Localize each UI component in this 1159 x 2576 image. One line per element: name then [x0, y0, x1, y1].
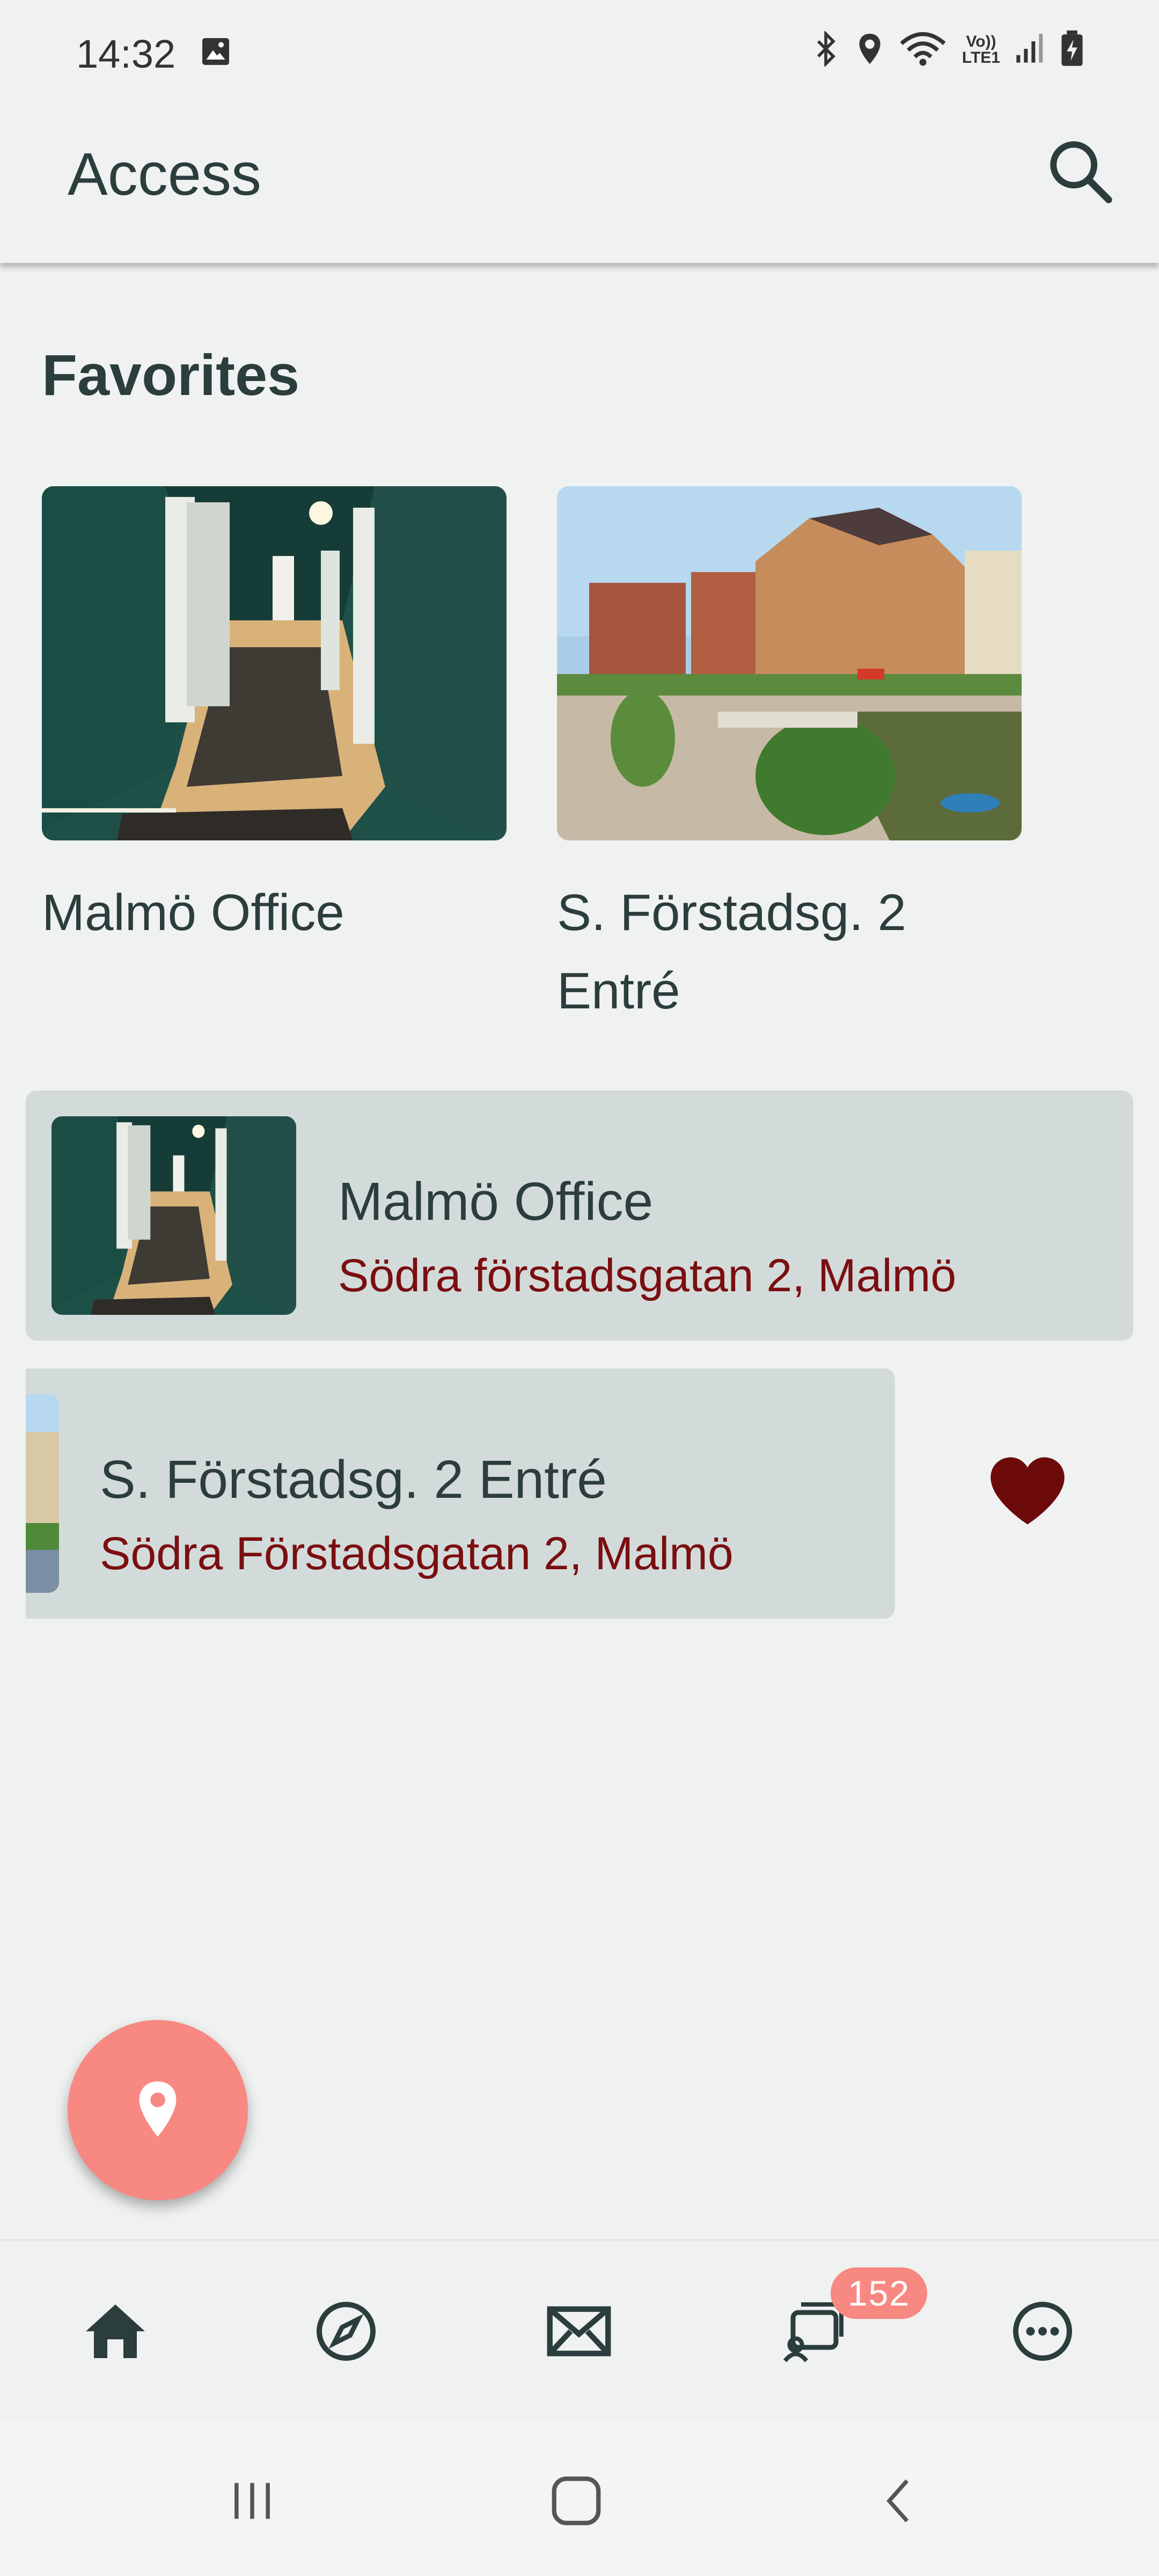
app-bar: Access	[0, 102, 1159, 263]
bottom-nav: 152	[0, 2239, 1159, 2421]
hallway-photo	[42, 486, 507, 840]
location-fab[interactable]	[68, 2020, 248, 2200]
list-item-title: S. Förstadsg. 2 Entré	[100, 1450, 607, 1510]
compass-icon	[314, 2299, 378, 2366]
location-pin-icon	[135, 2080, 180, 2141]
volte-text-bottom: LTE1	[962, 49, 1000, 67]
back-button[interactable]	[852, 2454, 949, 2550]
home-square-icon	[547, 2471, 606, 2533]
nav-messages[interactable]	[539, 2292, 619, 2373]
home-icon	[83, 2299, 148, 2366]
status-icons: Vo)) LTE1	[811, 30, 1084, 70]
favorite-card-malmo-office[interactable]: Malmö Office	[42, 486, 507, 952]
hallway-photo	[52, 1116, 296, 1315]
list-item-address: Södra förstadsgatan 2, Malmö	[338, 1250, 957, 1301]
city-street-photo	[26, 1394, 59, 1593]
heart-icon	[987, 1453, 1068, 1531]
back-icon	[874, 2474, 927, 2530]
mail-icon	[546, 2302, 612, 2363]
recent-apps-icon	[225, 2474, 279, 2530]
image-icon	[200, 35, 232, 70]
search-button[interactable]	[1042, 134, 1117, 209]
bluetooth-icon	[811, 30, 841, 69]
volte-text-top: Vo))	[966, 33, 996, 50]
city-street-photo	[557, 486, 1022, 840]
cards-icon	[780, 2299, 844, 2366]
list-item-address: Södra Förstadsgatan 2, Malmö	[100, 1528, 733, 1579]
system-nav	[0, 2421, 1159, 2576]
battery-charging-icon	[1060, 30, 1084, 70]
volte-icon: Vo)) LTE1	[962, 34, 1000, 66]
search-icon	[1045, 136, 1114, 208]
favorite-card-forstadsg-entre[interactable]: S. Förstadsg. 2 Entré	[557, 486, 1022, 1030]
notification-badge: 152	[831, 2267, 927, 2319]
list-item-forstadsg-entre[interactable]: S. Förstadsg. 2 Entré Södra Förstadsgata…	[26, 1368, 895, 1619]
recent-apps-button[interactable]	[204, 2454, 300, 2550]
favorite-label: Malmö Office	[42, 884, 344, 941]
favorite-label: S. Förstadsg. 2 Entré	[557, 884, 906, 1020]
signal-icon	[1015, 32, 1045, 68]
nav-more[interactable]	[1002, 2292, 1083, 2373]
list-item-malmo-office[interactable]: Malmö Office Södra förstadsgatan 2, Malm…	[26, 1091, 1133, 1341]
favorites-title: Favorites	[42, 342, 300, 407]
favorite-button[interactable]	[982, 1449, 1073, 1535]
nav-explore[interactable]	[306, 2292, 386, 2373]
location-icon	[856, 31, 884, 69]
status-time: 14:32	[76, 32, 176, 76]
app-title: Access	[68, 141, 261, 208]
more-icon	[1010, 2299, 1075, 2366]
list-item-title: Malmö Office	[338, 1172, 654, 1232]
status-bar: 14:32 Vo)) LTE1	[0, 0, 1159, 102]
wifi-icon	[899, 30, 947, 70]
home-button[interactable]	[528, 2454, 625, 2550]
nav-home[interactable]	[75, 2292, 156, 2373]
